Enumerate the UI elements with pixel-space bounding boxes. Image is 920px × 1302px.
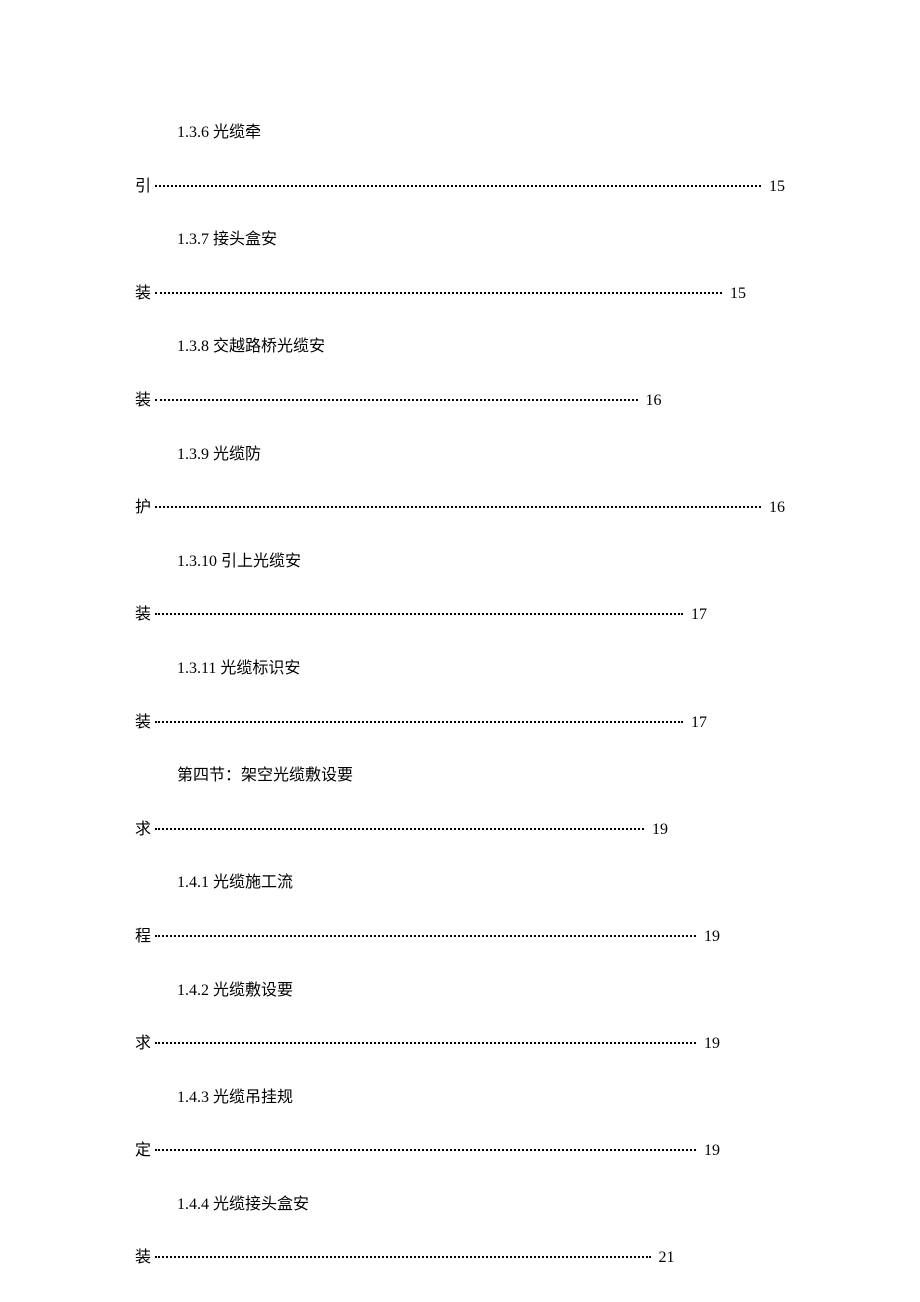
toc-entry-line: 装 16 bbox=[135, 388, 662, 414]
toc-continuation-char: 求 bbox=[135, 1031, 151, 1057]
toc-entry-line: 求 19 bbox=[135, 817, 668, 843]
toc-leader-dots bbox=[155, 185, 761, 187]
toc-continuation-char: 引 bbox=[135, 174, 151, 200]
toc-entry-title: 第四节：架空光缆敷设要 bbox=[135, 763, 785, 789]
toc-leader-dots bbox=[155, 1042, 696, 1044]
toc-leader-dots bbox=[155, 1149, 696, 1151]
toc-leader-dots bbox=[155, 292, 722, 294]
toc-entry-line: 装 15 bbox=[135, 281, 746, 307]
toc-page-number: 16 bbox=[642, 388, 662, 414]
toc-entry-line: 引 15 bbox=[135, 174, 785, 200]
toc-entry-title: 1.3.10 引上光缆安 bbox=[135, 549, 785, 575]
toc-entry-title: 1.3.11 光缆标识安 bbox=[135, 656, 785, 682]
toc-leader-dots bbox=[155, 399, 637, 401]
toc-continuation-char: 护 bbox=[135, 495, 151, 521]
toc-page-number: 19 bbox=[700, 1031, 720, 1057]
toc-entry-title: 1.3.8 交越路桥光缆安 bbox=[135, 334, 785, 360]
toc-page-number: 15 bbox=[765, 174, 785, 200]
toc-entry: 1.3.10 引上光缆安 装 17 bbox=[135, 549, 785, 628]
toc-entry-title: 1.4.3 光缆吊挂规 bbox=[135, 1085, 785, 1111]
toc-leader-dots bbox=[155, 721, 683, 723]
toc-page-number: 17 bbox=[687, 602, 707, 628]
toc-leader-dots bbox=[155, 828, 644, 830]
toc-page-number: 21 bbox=[655, 1245, 675, 1271]
toc-entry: 1.3.11 光缆标识安 装 17 bbox=[135, 656, 785, 735]
toc-entry-line: 程 19 bbox=[135, 924, 720, 950]
table-of-contents: 1.3.6 光缆牵 引 15 1.3.7 接头盒安 装 15 1.3.8 交越路… bbox=[135, 120, 785, 1271]
toc-entry-line: 装 17 bbox=[135, 710, 707, 736]
toc-entry-title: 1.3.9 光缆防 bbox=[135, 442, 785, 468]
toc-page-number: 19 bbox=[700, 924, 720, 950]
toc-page-number: 15 bbox=[726, 281, 746, 307]
toc-entry-title: 1.4.4 光缆接头盒安 bbox=[135, 1192, 785, 1218]
toc-continuation-char: 装 bbox=[135, 602, 151, 628]
toc-continuation-char: 装 bbox=[135, 281, 151, 307]
toc-leader-dots bbox=[155, 1256, 650, 1258]
toc-leader-dots bbox=[155, 613, 683, 615]
toc-entry: 1.3.8 交越路桥光缆安 装 16 bbox=[135, 334, 785, 413]
toc-continuation-char: 求 bbox=[135, 817, 151, 843]
toc-entry: 1.3.6 光缆牵 引 15 bbox=[135, 120, 785, 199]
toc-page-number: 16 bbox=[765, 495, 785, 521]
toc-entry-title: 1.3.7 接头盒安 bbox=[135, 227, 785, 253]
toc-entry-line: 求 19 bbox=[135, 1031, 720, 1057]
toc-entry-title: 1.4.2 光缆敷设要 bbox=[135, 978, 785, 1004]
toc-continuation-char: 装 bbox=[135, 710, 151, 736]
toc-continuation-char: 定 bbox=[135, 1138, 151, 1164]
toc-entry: 1.3.7 接头盒安 装 15 bbox=[135, 227, 785, 306]
toc-page-number: 17 bbox=[687, 710, 707, 736]
toc-page-number: 19 bbox=[700, 1138, 720, 1164]
toc-continuation-char: 装 bbox=[135, 388, 151, 414]
toc-leader-dots bbox=[155, 506, 761, 508]
toc-continuation-char: 程 bbox=[135, 924, 151, 950]
toc-continuation-char: 装 bbox=[135, 1245, 151, 1271]
toc-entry: 1.4.3 光缆吊挂规 定 19 bbox=[135, 1085, 785, 1164]
toc-leader-dots bbox=[155, 935, 696, 937]
toc-entry: 1.4.1 光缆施工流 程 19 bbox=[135, 870, 785, 949]
toc-entry: 第四节：架空光缆敷设要 求 19 bbox=[135, 763, 785, 842]
toc-entry-line: 装 17 bbox=[135, 602, 707, 628]
toc-entry-title: 1.4.1 光缆施工流 bbox=[135, 870, 785, 896]
toc-entry: 1.4.2 光缆敷设要 求 19 bbox=[135, 978, 785, 1057]
toc-entry-line: 定 19 bbox=[135, 1138, 720, 1164]
toc-entry-line: 护 16 bbox=[135, 495, 785, 521]
toc-entry-line: 装 21 bbox=[135, 1245, 675, 1271]
toc-page-number: 19 bbox=[648, 817, 668, 843]
toc-entry: 1.4.4 光缆接头盒安 装 21 bbox=[135, 1192, 785, 1271]
toc-entry-title: 1.3.6 光缆牵 bbox=[135, 120, 785, 146]
toc-entry: 1.3.9 光缆防 护 16 bbox=[135, 442, 785, 521]
